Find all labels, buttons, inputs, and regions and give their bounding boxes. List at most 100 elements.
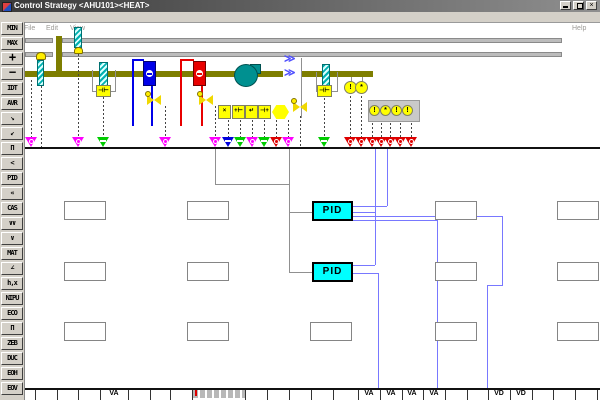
restore-button[interactable] xyxy=(573,1,584,10)
symbol-block-a[interactable]: +⊢ xyxy=(232,105,245,119)
function-box[interactable] xyxy=(435,322,477,341)
dp-tapping-line xyxy=(337,72,338,91)
connector xyxy=(215,149,216,184)
io-cell-label[interactable]: VA xyxy=(429,390,438,397)
function-box[interactable] xyxy=(187,262,229,281)
sensor-icon[interactable]: * xyxy=(380,105,391,116)
window-title: Control Strategy <AHU101><HEAT> xyxy=(14,1,149,10)
io-cell-label[interactable]: VD xyxy=(494,390,504,397)
io-cell-divider xyxy=(380,390,381,400)
function-box[interactable] xyxy=(187,201,229,220)
sensor-wire xyxy=(350,96,351,137)
damper[interactable] xyxy=(74,27,82,48)
sensor-icon[interactable]: ! xyxy=(369,105,380,116)
io-triangle-marker xyxy=(359,139,364,144)
return-damper[interactable] xyxy=(322,64,330,86)
io-module-strip[interactable] xyxy=(193,390,245,398)
function-box[interactable] xyxy=(310,322,352,341)
dp-sensor[interactable]: ⊣⊢ xyxy=(317,85,332,97)
io-cell-label[interactable]: VA xyxy=(386,390,395,397)
io-triangle[interactable] xyxy=(270,137,282,147)
io-cell-divider xyxy=(78,390,79,400)
io-cell-divider xyxy=(192,390,193,400)
pid-block[interactable]: PID xyxy=(312,201,353,221)
io-triangle[interactable] xyxy=(258,137,270,147)
io-triangle[interactable] xyxy=(405,137,417,147)
io-triangle[interactable] xyxy=(72,137,84,147)
sensor-icon[interactable]: ! xyxy=(402,105,413,116)
io-cell-divider xyxy=(150,390,151,400)
sensor-wire xyxy=(324,98,325,137)
io-triangle[interactable] xyxy=(246,137,258,147)
io-cell-divider xyxy=(445,390,446,400)
io-cell-divider xyxy=(402,390,403,400)
io-triangle-marker xyxy=(274,139,279,144)
io-triangle[interactable] xyxy=(25,137,37,147)
function-box[interactable] xyxy=(64,201,106,220)
damper[interactable] xyxy=(37,60,44,86)
function-box[interactable] xyxy=(435,262,477,281)
sensor-icon[interactable]: * xyxy=(355,81,368,94)
pid-block[interactable]: PID xyxy=(312,262,353,282)
airflow-arrow-icon: ≫ xyxy=(284,68,296,79)
sensor-wire xyxy=(78,54,79,137)
duct-outline xyxy=(62,38,562,43)
symbol-block-multiply[interactable]: × xyxy=(218,105,231,119)
io-triangle[interactable] xyxy=(318,137,330,147)
sensor-wire xyxy=(165,106,166,137)
dp-tapping-line xyxy=(92,70,93,91)
io-cell-label[interactable]: VA xyxy=(364,390,373,397)
symbol-block-c[interactable]: ⊣+ xyxy=(258,105,271,119)
io-cell-divider xyxy=(128,390,129,400)
io-triangle-shape xyxy=(234,137,246,147)
io-triangle[interactable] xyxy=(222,137,234,147)
sensor-wire xyxy=(103,97,104,137)
io-triangle-marker xyxy=(100,140,106,142)
io-cell-divider xyxy=(423,390,424,400)
io-triangle-marker xyxy=(237,140,243,142)
function-box[interactable] xyxy=(557,322,599,341)
sensor-wire xyxy=(215,106,216,137)
valve-icon[interactable] xyxy=(300,102,307,112)
io-cell-divider xyxy=(597,390,598,400)
io-triangle-marker xyxy=(409,139,414,144)
filter[interactable] xyxy=(99,62,108,86)
valve-icon[interactable] xyxy=(206,95,213,105)
connector xyxy=(215,184,290,185)
function-box[interactable] xyxy=(64,322,106,341)
io-triangle-marker xyxy=(398,139,403,144)
close-button[interactable]: × xyxy=(586,1,597,10)
hot-water-pipe xyxy=(180,59,182,126)
minimize-button[interactable] xyxy=(560,1,571,10)
symbol-block-b[interactable]: ↵ xyxy=(245,105,258,119)
io-cell-divider xyxy=(311,390,312,400)
sensor-wire xyxy=(31,80,32,137)
io-triangle[interactable] xyxy=(234,137,246,147)
connector xyxy=(289,149,290,273)
io-cell-label[interactable]: VA xyxy=(109,390,118,397)
sensor-icon[interactable]: ! xyxy=(391,105,402,116)
function-box[interactable] xyxy=(557,262,599,281)
title-bar: Control Strategy <AHU101><HEAT> × xyxy=(0,0,600,12)
hexagon-block[interactable] xyxy=(272,105,289,119)
function-box[interactable] xyxy=(187,322,229,341)
pump-icon xyxy=(197,73,202,75)
io-triangle-marker xyxy=(388,139,393,144)
io-cell-divider xyxy=(267,390,268,400)
function-box[interactable] xyxy=(64,262,106,281)
io-cell-divider xyxy=(57,390,58,400)
io-triangle[interactable] xyxy=(97,137,109,147)
fan-icon[interactable] xyxy=(234,64,258,87)
io-triangle[interactable] xyxy=(159,137,171,147)
io-cell-label[interactable]: VD xyxy=(516,390,526,397)
io-triangle[interactable] xyxy=(209,137,221,147)
sensor-wire xyxy=(41,86,42,147)
function-box[interactable] xyxy=(557,201,599,220)
io-triangle[interactable] xyxy=(282,137,294,147)
io-triangle-marker xyxy=(225,140,231,142)
airflow-arrow-icon: ≫ xyxy=(284,54,296,65)
dp-sensor[interactable]: ⊣⊢ xyxy=(96,85,111,97)
function-box[interactable] xyxy=(435,201,477,220)
valve-icon[interactable] xyxy=(154,95,161,105)
io-cell-label[interactable]: VA xyxy=(407,390,416,397)
